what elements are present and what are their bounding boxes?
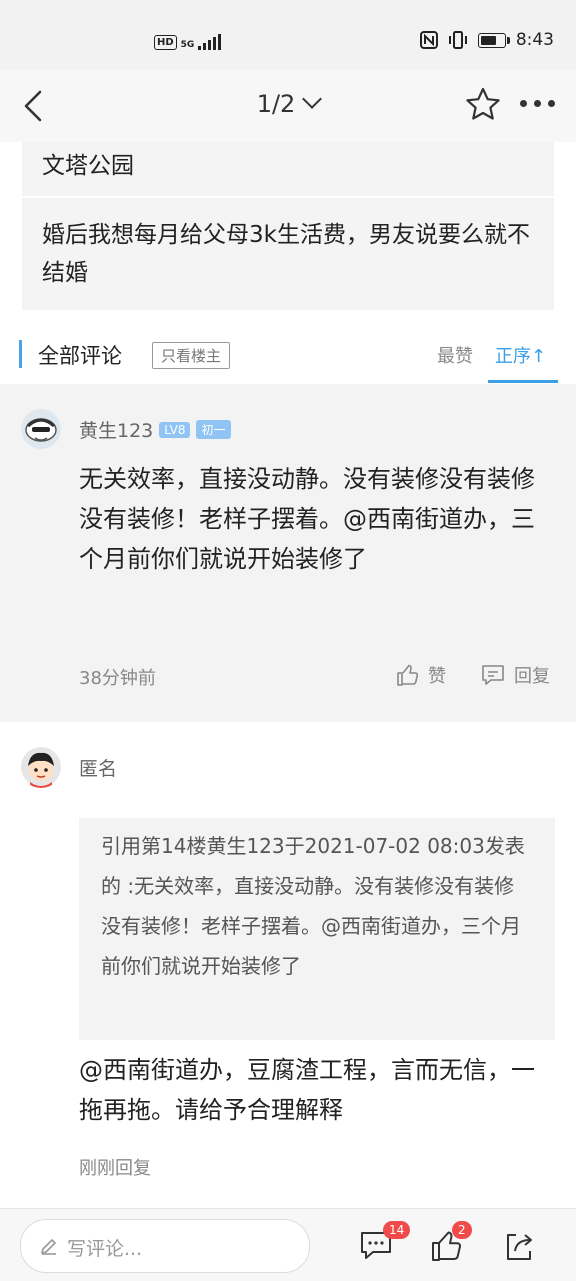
like-count-badge: 2 [452, 1221, 472, 1239]
like-button[interactable]: 赞 [396, 662, 446, 688]
comment-item: 匿名 引用第14楼黄生123于2021-07-02 08:03发表的 :无关效率… [0, 722, 576, 1208]
comment-time: 38分钟前 [79, 668, 156, 689]
op-only-button[interactable]: 只看楼主 [152, 342, 231, 369]
nfc-icon [419, 31, 438, 49]
post-title: 婚后我想每月给父母3k生活费，男友说要么就不结婚 [42, 222, 530, 286]
bottom-bar: 写评论... 14 2 [0, 1208, 576, 1281]
pencil-icon [41, 1239, 56, 1255]
chevron-down-icon [302, 89, 323, 109]
username[interactable]: 黄生123 [79, 416, 153, 443]
like-label: 赞 [428, 666, 446, 687]
username[interactable]: 匿名 [79, 754, 117, 781]
clock: 8:43 [515, 30, 554, 50]
comment-text: 无关效率，直接没动静。没有装修没有装修没有装修！老样子摆着。@西南街道办，三个月… [79, 465, 535, 573]
more-options-icon[interactable] [520, 100, 555, 107]
comment-placeholder: 写评论... [67, 1238, 143, 1260]
post-location: 文塔公园 [42, 153, 134, 179]
reply-label: 回复 [514, 666, 550, 687]
battery-icon [477, 32, 510, 48]
sort-order-tab[interactable]: 正序↑ [495, 342, 546, 368]
thumbs-up-icon [397, 664, 419, 686]
level-badge: LV8 [159, 421, 191, 438]
avatar[interactable] [20, 408, 62, 450]
vibrate-icon [448, 31, 467, 49]
avatar[interactable] [20, 746, 62, 788]
comment-time: 刚刚回复 [79, 1158, 151, 1179]
rank-badge: 初一 [196, 420, 231, 439]
comment-input[interactable]: 写评论... [20, 1219, 310, 1273]
comment-author: 黄生123 LV8 初一 [79, 416, 231, 443]
section-marker [19, 340, 22, 368]
page-indicator: 1/2 [256, 90, 296, 118]
divider [22, 196, 554, 198]
all-comments-label: 全部评论 [38, 344, 122, 368]
comment-count-badge: 14 [383, 1221, 411, 1239]
comment-item: 黄生123 LV8 初一 无关效率，直接没动静。没有装修没有装修没有装修！老样子… [0, 384, 576, 722]
comments-header: 全部评论 只看楼主 最赞 正序↑ [0, 326, 576, 384]
hd-badge: HD [154, 35, 177, 50]
reply-button[interactable]: 回复 [480, 662, 550, 688]
5g-label: 5G [180, 40, 195, 50]
network-indicator: HD 5G [154, 34, 222, 50]
comment-author: 匿名 [79, 754, 117, 781]
comment-icon [482, 665, 504, 685]
comment-text: @西南街道办，豆腐渣工程，言而无信，一拖再拖。请给予合理解释 [79, 1056, 535, 1124]
active-tab-underline [488, 380, 558, 383]
share-icon[interactable] [502, 1229, 536, 1263]
status-right: 8:43 [419, 30, 554, 50]
signal-icon [198, 34, 222, 50]
star-icon[interactable] [464, 86, 502, 124]
nav-bar: 1/2 [0, 70, 576, 142]
quote-text: 引用第14楼黄生123于2021-07-02 08:03发表的 :无关效率，直接… [101, 834, 525, 978]
post-summary: 文塔公园 婚后我想每月给父母3k生活费，男友说要么就不结婚 [22, 142, 554, 310]
sort-best-tab[interactable]: 最赞 [437, 342, 473, 368]
status-bar: HD 5G 8:43 [0, 0, 576, 70]
quoted-comment: 引用第14楼黄生123于2021-07-02 08:03发表的 :无关效率，直接… [79, 818, 555, 1040]
